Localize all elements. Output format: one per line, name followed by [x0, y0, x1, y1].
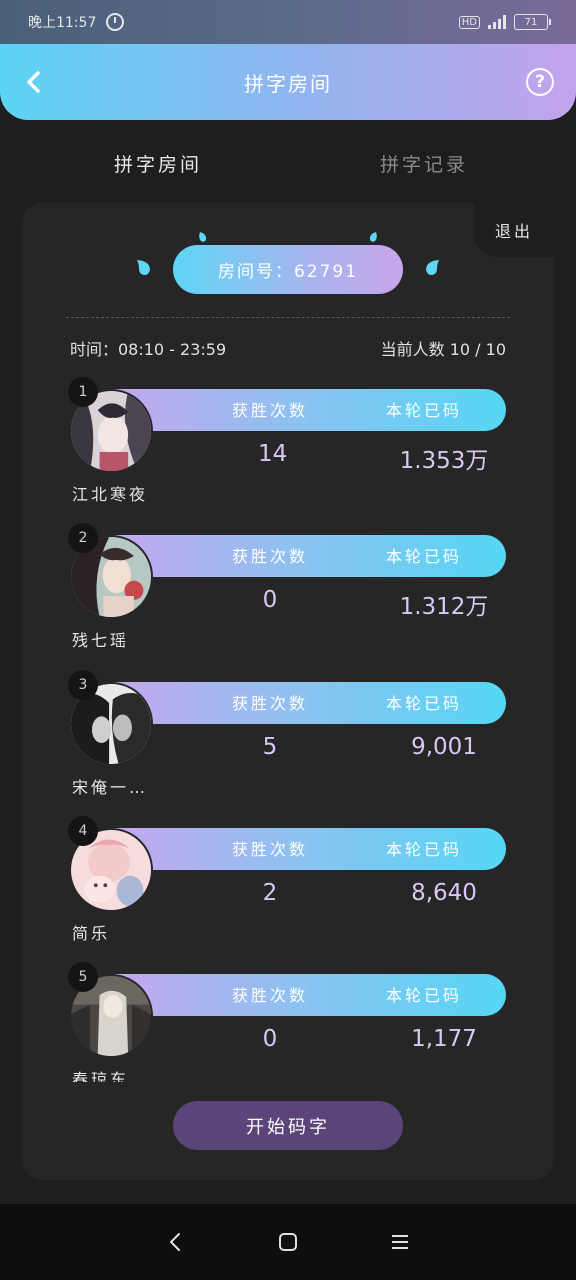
player-row: 5 获胜次数 本轮已码 0 1,177 春琼东…	[68, 962, 508, 1094]
words-label: 本轮已码	[386, 986, 463, 1005]
room-card: 退出 房间号：62791 时间：08:10 - 23:59 当前人数 10 / …	[22, 203, 554, 1180]
words-value: 8,640	[411, 880, 477, 906]
battery-icon: 71	[514, 14, 551, 30]
system-nav-bar	[0, 1204, 576, 1280]
page-title: 拼字房间	[244, 71, 332, 96]
nav-back-button[interactable]	[158, 1224, 194, 1260]
wins-label: 获胜次数	[232, 547, 309, 566]
player-row: 2 获胜次数 本轮已码 0 1.312万 残七瑶	[68, 523, 508, 655]
divider	[66, 317, 510, 318]
rank-badge: 1	[68, 377, 98, 407]
nav-home-button[interactable]	[270, 1224, 306, 1260]
words-value: 1.312万	[399, 594, 489, 620]
wins-label: 获胜次数	[232, 840, 309, 859]
nav-menu-button[interactable]	[382, 1224, 418, 1260]
rank-badge: 4	[68, 816, 98, 846]
tab-room[interactable]: 拼字房间	[114, 150, 202, 177]
wins-value: 5	[262, 734, 278, 760]
chevron-left-icon	[27, 71, 40, 93]
player-name: 残七瑶	[72, 631, 130, 650]
start-typing-button[interactable]: 开始码字	[173, 1101, 403, 1150]
alarm-icon	[106, 13, 125, 31]
wins-value: 0	[262, 1026, 278, 1052]
wins-label: 获胜次数	[232, 401, 309, 420]
wins-value: 14	[258, 441, 288, 467]
drop-icon	[199, 232, 207, 242]
room-people-count: 当前人数 10 / 10	[380, 340, 506, 359]
status-right: HD 71	[458, 14, 551, 30]
player-row: 1 获胜次数 本轮已码 14 1.353万 江北寒夜	[68, 377, 508, 509]
words-label: 本轮已码	[386, 547, 463, 566]
back-triangle-icon	[170, 1233, 180, 1251]
tab-bar: 拼字房间 拼字记录	[0, 140, 576, 190]
room-time: 时间：08:10 - 23:59	[70, 340, 227, 359]
signal-icon	[488, 15, 506, 29]
player-name: 春琼东…	[72, 1070, 149, 1082]
player-row: 3 获胜次数 本轮已码 5 9,001 宋俺一…	[68, 670, 508, 802]
tab-record[interactable]: 拼字记录	[380, 150, 468, 177]
wins-value: 0	[262, 587, 278, 613]
room-number: 房间号：62791	[173, 245, 403, 294]
exit-button[interactable]: 退出	[474, 203, 554, 257]
drop-icon	[426, 260, 439, 275]
help-button[interactable]: ?	[526, 68, 554, 96]
drop-icon	[137, 260, 150, 275]
question-circle-icon: ?	[535, 72, 545, 92]
rank-badge: 2	[68, 523, 98, 553]
words-value: 1,177	[411, 1026, 477, 1052]
words-value: 1.353万	[399, 448, 489, 474]
wins-value: 2	[262, 880, 278, 906]
wins-label: 获胜次数	[232, 694, 309, 713]
rank-badge: 5	[68, 962, 98, 992]
home-square-icon	[279, 1233, 297, 1251]
rank-badge: 3	[68, 670, 98, 700]
back-button[interactable]	[18, 66, 50, 98]
words-value: 9,001	[411, 734, 477, 760]
words-label: 本轮已码	[386, 840, 463, 859]
player-name: 简乐	[72, 924, 111, 943]
wins-label: 获胜次数	[232, 986, 309, 1005]
player-name: 宋俺一…	[72, 778, 149, 797]
drop-icon	[369, 232, 377, 242]
words-label: 本轮已码	[386, 401, 463, 420]
player-name: 江北寒夜	[72, 485, 149, 504]
hd-badge: HD	[458, 15, 480, 29]
player-row: 4 获胜次数 本轮已码 2 8,640 简乐	[68, 816, 508, 948]
status-time: 晚上11:57	[28, 15, 97, 31]
words-label: 本轮已码	[386, 694, 463, 713]
app-header: 拼字房间 ?	[0, 44, 576, 120]
menu-lines-icon	[392, 1235, 408, 1249]
status-bar: 晚上11:57 HD 71	[0, 0, 576, 44]
